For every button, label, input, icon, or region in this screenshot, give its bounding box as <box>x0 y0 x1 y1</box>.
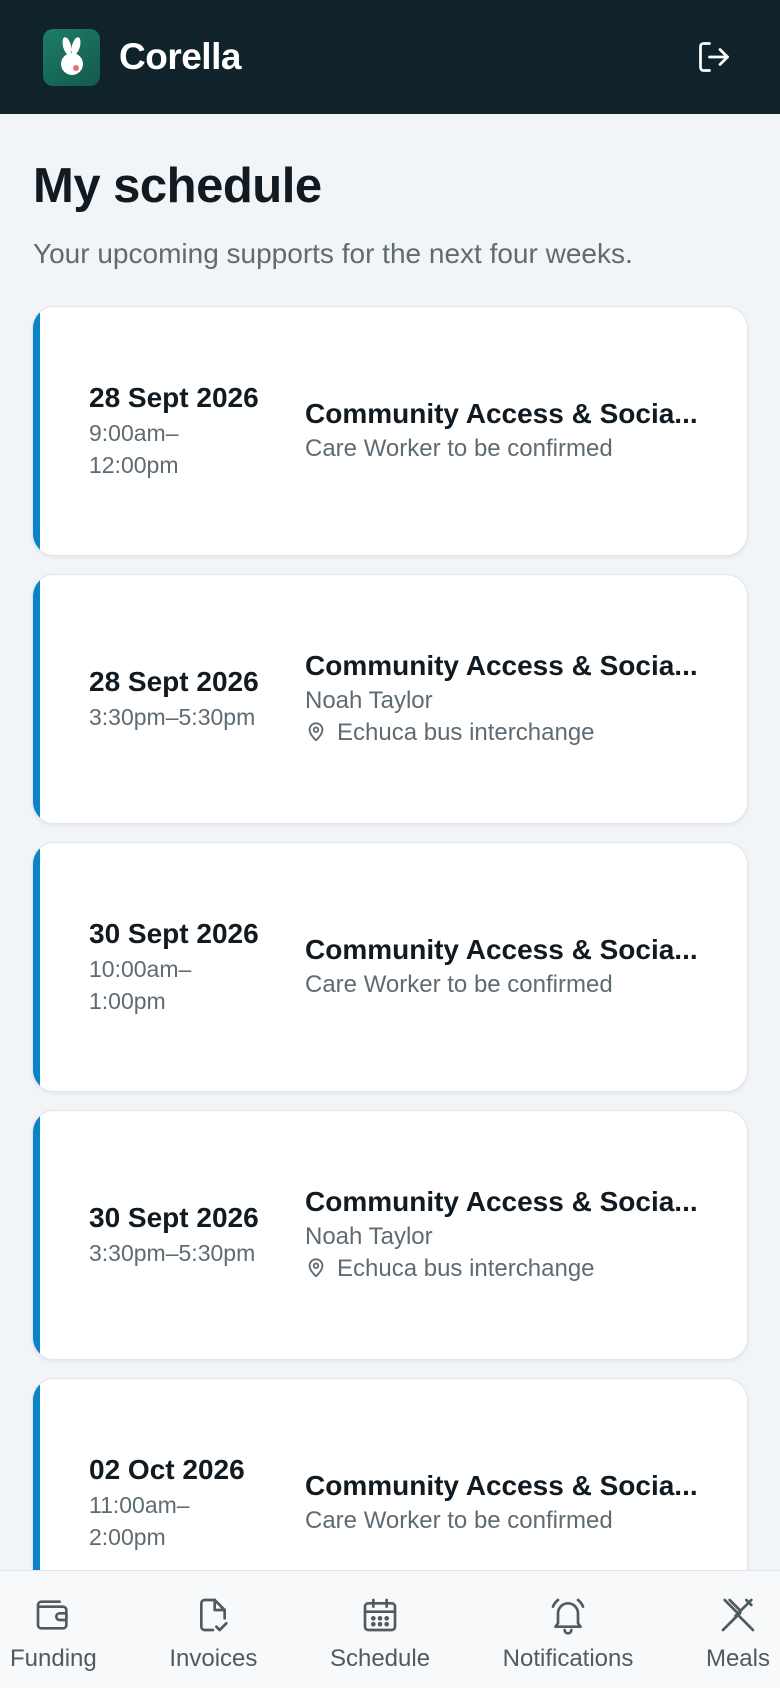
appointment-card[interactable]: 30 Sept 2026 10:00am–1:00pm Community Ac… <box>32 842 748 1092</box>
appointment-card[interactable]: 02 Oct 2026 11:00am–2:00pm Community Acc… <box>32 1378 748 1570</box>
app-name: Corella <box>119 36 241 77</box>
map-pin-icon <box>305 720 329 746</box>
appointment-location: Echuca bus interchange <box>305 1253 717 1285</box>
appointment-when: 28 Sept 2026 9:00am–12:00pm <box>33 381 305 481</box>
nav-label: Schedule <box>329 1645 431 1672</box>
appointment-time: 3:30pm–5:30pm <box>89 704 256 730</box>
appointment-details: Community Access & Socia... Care Worker … <box>305 397 747 465</box>
appointment-details: Community Access & Socia... Care Worker … <box>305 1469 747 1537</box>
nav-label: Meals <box>705 1645 770 1672</box>
appointment-worker: Care Worker to be confirmed <box>305 435 613 462</box>
appointment-when: 30 Sept 2026 3:30pm–5:30pm <box>33 1201 305 1269</box>
rabbit-logo-icon <box>43 28 100 86</box>
appointment-details: Community Access & Socia... Noah Taylor … <box>305 1185 747 1285</box>
appointment-when: 28 Sept 2026 3:30pm–5:30pm <box>33 665 305 733</box>
nav-schedule[interactable]: Schedule <box>330 1571 430 1688</box>
appointment-location: Echuca bus interchange <box>305 717 717 749</box>
appointment-date: 02 Oct 2026 <box>89 1454 245 1485</box>
appointment-date: 28 Sept 2026 <box>89 382 259 413</box>
nav-meals[interactable]: Meals <box>706 1571 770 1688</box>
bell-icon <box>546 1593 590 1637</box>
calendar-icon <box>358 1593 402 1637</box>
appointment-worker: Noah Taylor <box>305 1223 433 1250</box>
appointment-service: Community Access & Socia... <box>305 1470 698 1501</box>
nav-invoices[interactable]: Invoices <box>169 1571 257 1688</box>
appointment-time: 9:00am–12:00pm <box>89 420 179 478</box>
appointment-location-text: Echuca bus interchange <box>337 719 595 746</box>
appointment-date: 30 Sept 2026 <box>89 1202 259 1233</box>
nav-notifications[interactable]: Notifications <box>502 1571 634 1688</box>
appointment-worker: Noah Taylor <box>305 687 433 714</box>
map-pin-icon <box>305 1256 329 1282</box>
appointment-service: Community Access & Socia... <box>305 934 698 965</box>
page-title: My schedule <box>33 159 322 213</box>
appointment-time: 11:00am–2:00pm <box>89 1492 190 1550</box>
appointment-details: Community Access & Socia... Care Worker … <box>305 933 747 1001</box>
appointment-date: 28 Sept 2026 <box>89 666 259 697</box>
appointment-card[interactable]: 28 Sept 2026 3:30pm–5:30pm Community Acc… <box>32 574 748 824</box>
nav-label: Notifications <box>502 1645 634 1672</box>
wallet-icon <box>31 1593 75 1637</box>
app: Corella My schedule Your upcoming suppor… <box>0 0 780 1688</box>
appointment-time: 3:30pm–5:30pm <box>89 1240 256 1266</box>
main-content: My schedule Your upcoming supports for t… <box>0 114 780 1570</box>
appointment-card[interactable]: 30 Sept 2026 3:30pm–5:30pm Community Acc… <box>32 1110 748 1360</box>
appointment-worker: Care Worker to be confirmed <box>305 971 613 998</box>
appointment-service: Community Access & Socia... <box>305 398 698 429</box>
nav-label: Funding <box>10 1645 97 1672</box>
appointment-details: Community Access & Socia... Noah Taylor … <box>305 649 747 749</box>
nav-label: Invoices <box>169 1645 258 1672</box>
bottom-nav: Funding Invoices Schedule Notifications … <box>0 1570 780 1688</box>
nav-funding[interactable]: Funding <box>10 1571 97 1688</box>
logout-icon <box>699 42 729 72</box>
appointment-card[interactable]: 28 Sept 2026 9:00am–12:00pm Community Ac… <box>32 306 748 556</box>
brand[interactable]: Corella <box>43 28 241 86</box>
appointment-location-text: Echuca bus interchange <box>337 1255 595 1282</box>
utensils-icon <box>716 1593 760 1637</box>
appointment-list: 28 Sept 2026 9:00am–12:00pm Community Ac… <box>32 306 748 1570</box>
appointment-time: 10:00am–1:00pm <box>89 956 192 1014</box>
page-subtitle: Your upcoming supports for the next four… <box>33 238 633 269</box>
app-header: Corella <box>0 0 780 114</box>
document-check-icon <box>191 1593 235 1637</box>
appointment-date: 30 Sept 2026 <box>89 918 259 949</box>
appointment-when: 30 Sept 2026 10:00am–1:00pm <box>33 917 305 1017</box>
appointment-worker: Care Worker to be confirmed <box>305 1507 613 1534</box>
appointment-service: Community Access & Socia... <box>305 1186 698 1217</box>
appointment-service: Community Access & Socia... <box>305 650 698 681</box>
logout-button[interactable] <box>694 37 734 77</box>
appointment-when: 02 Oct 2026 11:00am–2:00pm <box>33 1453 305 1553</box>
